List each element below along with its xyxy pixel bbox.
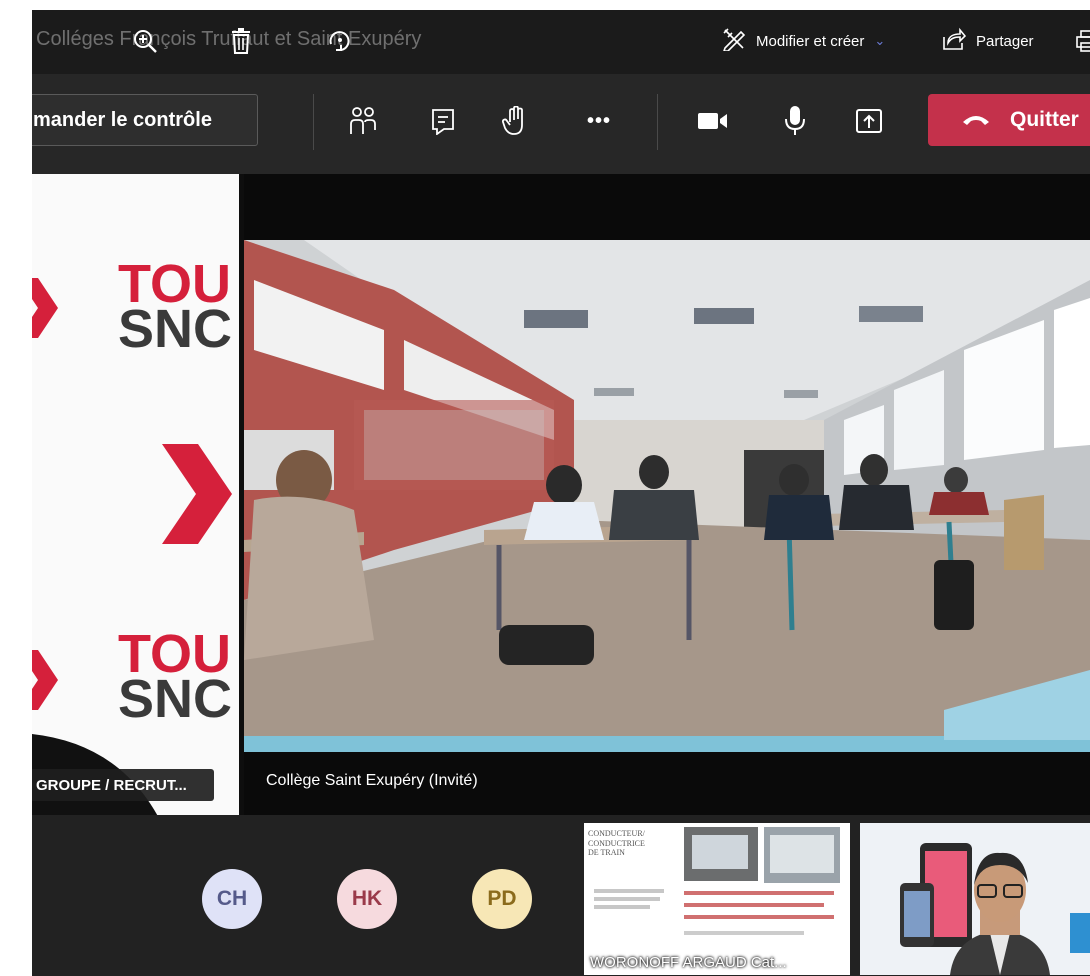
share-button[interactable]: Partager — [942, 26, 1034, 56]
meeting-controls: mander le contrôle ••• Quitter — [32, 74, 1090, 174]
share-icon — [942, 27, 967, 55]
avatar[interactable]: PD — [472, 869, 532, 929]
brand-chevron-icon — [32, 278, 58, 338]
title-bar: Colléges François Truffaut et Saint Exup… — [32, 10, 1090, 74]
modify-create-label: Modifier et créer — [756, 32, 865, 50]
chat-icon[interactable] — [422, 100, 464, 142]
presenter-figure — [950, 852, 1050, 975]
classroom-video — [244, 240, 1090, 752]
chevron-down-icon: ⌄ — [874, 33, 886, 48]
edit-icon — [722, 27, 746, 55]
brand-logo: TOU SNC — [118, 624, 233, 730]
avatar[interactable]: HK — [337, 869, 397, 929]
zoom-in-icon[interactable] — [128, 24, 162, 58]
people-icon[interactable] — [342, 100, 384, 142]
participant-name-label: GROUPE / RECRUT... — [32, 769, 214, 801]
brand-chevron-icon — [162, 444, 232, 544]
brand-chevron-icon — [32, 650, 58, 710]
participant-tile-main[interactable]: Collège Saint Exupéry (Invité) — [244, 174, 1090, 815]
brand-logo: TOU SNC — [118, 254, 233, 360]
slide-photo — [684, 827, 758, 881]
request-control-button[interactable]: mander le contrôle — [32, 94, 258, 146]
print-icon[interactable] — [1070, 24, 1090, 58]
hang-up-icon — [962, 108, 990, 132]
participant-thumbnail-video[interactable] — [860, 823, 1090, 975]
quit-button[interactable]: Quitter — [928, 94, 1090, 146]
participant-tile-left[interactable]: TOU SNC TOU SNC GROUPE / RECRUT... — [32, 174, 239, 815]
divider — [657, 94, 658, 150]
slide-title: CONDUCTEUR/ CONDUCTRICE DE TRAIN — [588, 829, 645, 858]
raise-hand-icon[interactable] — [494, 100, 536, 142]
share-label: Partager — [976, 32, 1034, 50]
phone-graphic — [900, 883, 934, 947]
participant-name-label: Collège Saint Exupéry (Invité) — [266, 772, 478, 789]
trash-icon[interactable] — [224, 24, 258, 58]
participant-strip: CH HK PD CONDUCTEUR/ CONDUCTRICE DE TRAI… — [32, 815, 1090, 976]
participant-name-label: WORONOFF ARGAUD Cat... — [590, 954, 787, 971]
rotate-icon[interactable] — [322, 24, 356, 58]
participant-thumbnail-slide[interactable]: CONDUCTEUR/ CONDUCTRICE DE TRAIN WORONOF… — [584, 823, 850, 975]
share-screen-icon[interactable] — [848, 100, 890, 142]
modify-create-button[interactable]: Modifier et créer ⌄ — [722, 26, 885, 56]
camera-icon[interactable] — [692, 100, 734, 142]
avatar[interactable]: CH — [202, 869, 262, 929]
quit-label: Quitter — [1010, 108, 1079, 131]
meeting-window: Colléges François Truffaut et Saint Exup… — [32, 10, 1090, 976]
slide-photo — [764, 827, 840, 883]
more-icon[interactable]: ••• — [578, 100, 620, 142]
microphone-icon[interactable] — [774, 100, 816, 142]
divider — [313, 94, 314, 150]
